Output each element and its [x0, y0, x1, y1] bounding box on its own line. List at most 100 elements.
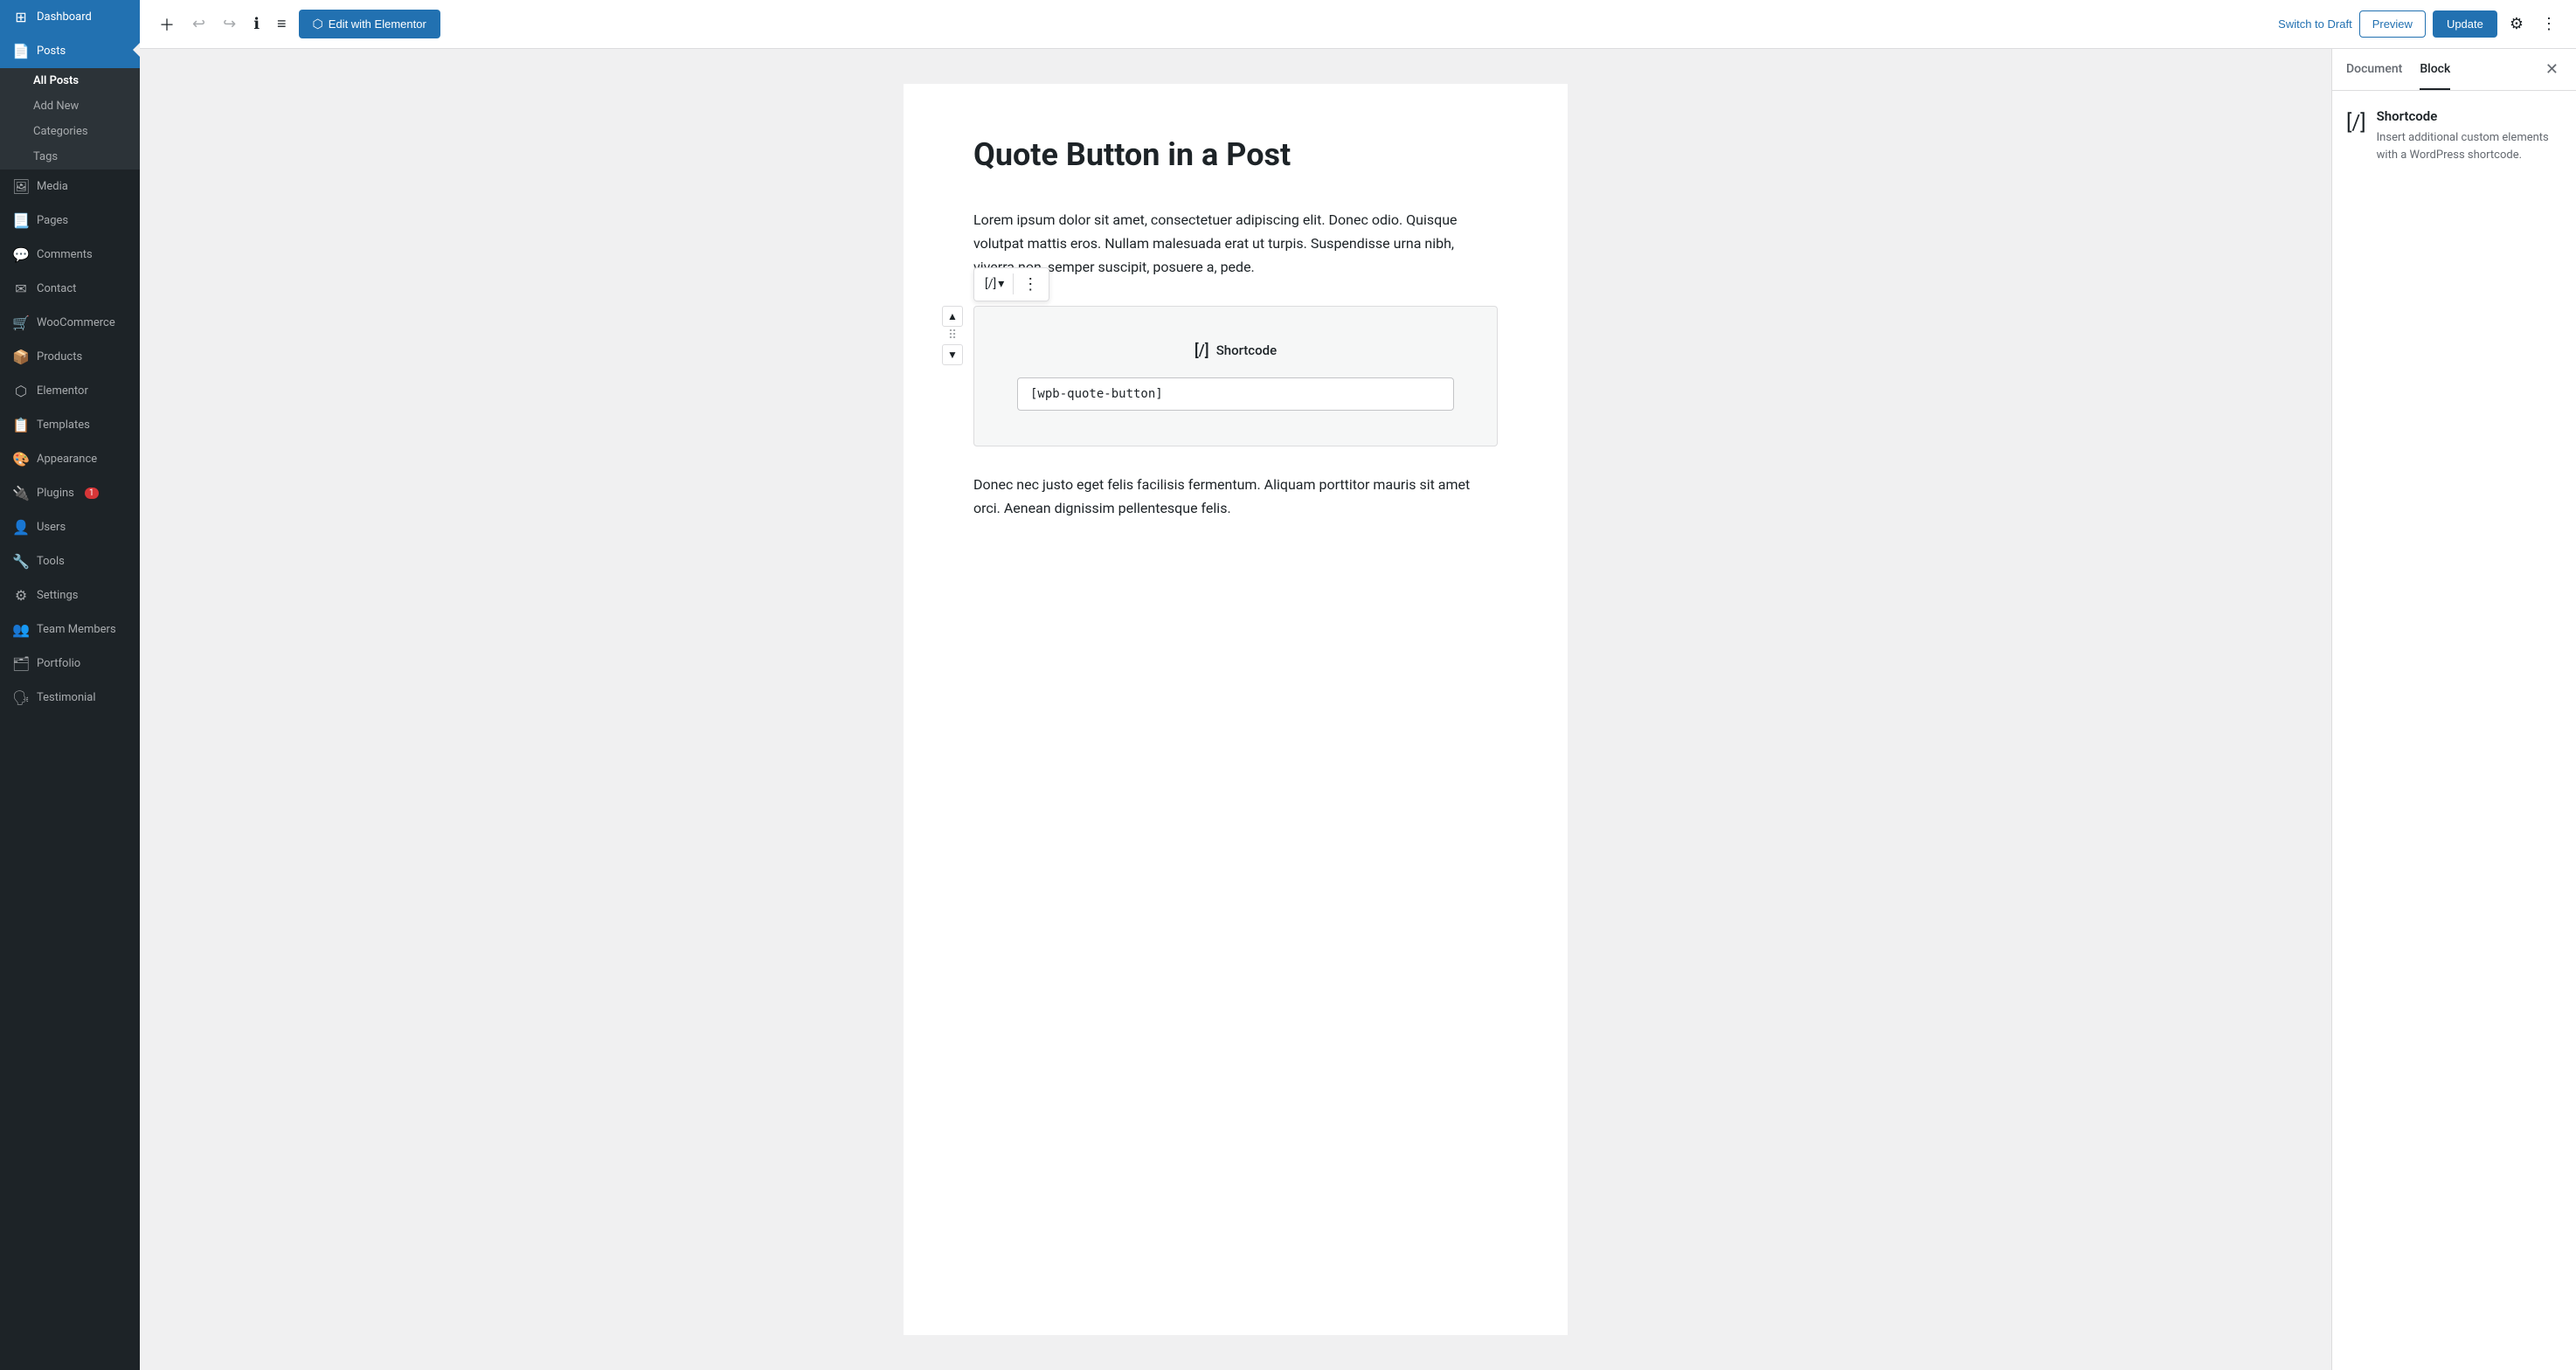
more-options-button[interactable]: ⋮: [2536, 10, 2562, 38]
undo-button[interactable]: ↩: [187, 10, 211, 38]
more-icon: ⋮: [2541, 15, 2557, 32]
sidebar-item-label: Contact: [37, 282, 76, 295]
sidebar-item-posts[interactable]: 📄 Posts: [0, 34, 140, 68]
sidebar-item-plugins[interactable]: 🔌 Plugins 1: [0, 476, 140, 510]
preview-button[interactable]: Preview: [2359, 10, 2426, 38]
panel-content: [/] Shortcode Insert additional custom e…: [2332, 91, 2576, 1370]
sidebar-item-comments[interactable]: 💬 Comments: [0, 238, 140, 272]
sidebar-item-label: Products: [37, 350, 82, 363]
templates-icon: 📋: [12, 417, 30, 433]
switch-to-draft-button[interactable]: Switch to Draft: [2278, 17, 2352, 31]
sidebar-item-testimonial[interactable]: 🗣 Testimonial: [0, 681, 140, 715]
sidebar-item-settings[interactable]: ⚙ Settings: [0, 578, 140, 612]
panel-close-button[interactable]: ✕: [2542, 57, 2562, 82]
tools-icon: 🔧: [12, 553, 30, 570]
submenu-tags[interactable]: Tags: [0, 144, 140, 170]
sidebar-item-label: Media: [37, 180, 68, 193]
sidebar-item-label: Pages: [37, 214, 68, 227]
info-icon: ℹ: [253, 15, 260, 33]
list-view-button[interactable]: ≡: [272, 10, 292, 38]
posts-submenu: All Posts Add New Categories Tags: [0, 68, 140, 170]
shortcode-block-wrapper: [/] ▾ ⋮ ▲ ⠿ ▼ [/]: [973, 306, 1498, 446]
block-more-button[interactable]: ⋮: [1017, 272, 1043, 297]
sidebar-item-label: Portfolio: [37, 657, 80, 670]
sidebar-item-contact[interactable]: ✉ Contact: [0, 272, 140, 306]
elementor-icon: ⬡: [12, 383, 30, 399]
drag-handle[interactable]: ⠿: [948, 329, 957, 342]
editor-inner: Quote Button in a Post Lorem ipsum dolor…: [904, 84, 1568, 1335]
block-chevron: ▾: [998, 277, 1004, 291]
sidebar-item-media[interactable]: 🖼 Media: [0, 170, 140, 204]
panel-header: Document Block ✕: [2332, 49, 2576, 91]
sidebar-item-label: Team Members: [37, 623, 116, 636]
paragraph-1[interactable]: Lorem ipsum dolor sit amet, consectetuer…: [973, 208, 1498, 280]
post-title[interactable]: Quote Button in a Post: [973, 136, 1498, 173]
pages-icon: 📃: [12, 212, 30, 229]
team-members-icon: 👥: [12, 621, 30, 638]
sidebar-item-tools[interactable]: 🔧 Tools: [0, 544, 140, 578]
submenu-categories[interactable]: Categories: [0, 119, 140, 144]
plugins-badge: 1: [85, 488, 99, 499]
block-move-controls: ▲ ⠿ ▼: [942, 306, 963, 365]
right-panel: Document Block ✕ [/] Shortcode Insert ad…: [2331, 49, 2576, 1370]
settings-icon: ⚙: [12, 587, 30, 604]
tab-document[interactable]: Document: [2346, 50, 2402, 90]
elementor-btn-label: Edit with Elementor: [329, 17, 426, 31]
block-info: [/] Shortcode Insert additional custom e…: [2346, 108, 2562, 163]
tab-block[interactable]: Block: [2420, 50, 2450, 90]
testimonial-icon: 🗣: [12, 689, 30, 706]
shortcode-bracket-icon: [/]: [985, 277, 996, 291]
sidebar: ⊞ Dashboard 📄 Posts All Posts Add New Ca…: [0, 0, 140, 1370]
posts-arrow: [133, 43, 140, 57]
sidebar-item-woocommerce[interactable]: 🛒 WooCommerce: [0, 306, 140, 340]
move-down-button[interactable]: ▼: [942, 344, 963, 365]
list-icon: ≡: [277, 15, 287, 33]
shortcode-icon: [/]: [1195, 342, 1209, 360]
appearance-icon: 🎨: [12, 451, 30, 467]
sidebar-item-pages[interactable]: 📃 Pages: [0, 204, 140, 238]
shortcode-label: [/] Shortcode: [1195, 342, 1277, 360]
shortcode-block: [/] Shortcode: [973, 306, 1498, 446]
submenu-add-new[interactable]: Add New: [0, 93, 140, 119]
toolbar: ＋ ↩ ↪ ℹ ≡ ⬡ Edit with Elementor Switch t…: [140, 0, 2576, 49]
portfolio-icon: 🗂: [12, 655, 30, 672]
sidebar-item-templates[interactable]: 📋 Templates: [0, 408, 140, 442]
redo-button[interactable]: ↪: [218, 10, 241, 38]
sidebar-item-users[interactable]: 👤 Users: [0, 510, 140, 544]
sidebar-item-label: Templates: [37, 419, 90, 432]
add-block-button[interactable]: ＋: [154, 8, 180, 41]
woocommerce-icon: 🛒: [12, 315, 30, 331]
edit-with-elementor-button[interactable]: ⬡ Edit with Elementor: [299, 10, 440, 38]
sidebar-item-label: Plugins: [37, 487, 74, 500]
sidebar-item-label: Posts: [37, 45, 66, 58]
info-button[interactable]: ℹ: [248, 10, 265, 38]
paragraph-2[interactable]: Donec nec justo eget felis facilisis fer…: [973, 473, 1498, 520]
sidebar-item-label: Testimonial: [37, 691, 96, 704]
sidebar-item-label: Elementor: [37, 384, 88, 398]
elementor-btn-icon: ⬡: [313, 17, 323, 31]
sidebar-item-appearance[interactable]: 🎨 Appearance: [0, 442, 140, 476]
sidebar-item-label: Users: [37, 521, 66, 534]
settings-button[interactable]: ⚙: [2504, 10, 2529, 38]
sidebar-item-products[interactable]: 📦 Products: [0, 340, 140, 374]
block-info-icon: [/]: [2346, 110, 2366, 135]
toolbar-separator: [1013, 273, 1014, 294]
sidebar-item-elementor[interactable]: ⬡ Elementor: [0, 374, 140, 408]
editor-area: Quote Button in a Post Lorem ipsum dolor…: [140, 49, 2576, 1370]
sidebar-item-label: Settings: [37, 589, 78, 602]
plugins-icon: 🔌: [12, 485, 30, 502]
add-icon: ＋: [159, 13, 175, 36]
submenu-all-posts[interactable]: All Posts: [0, 68, 140, 93]
editor-content: Quote Button in a Post Lorem ipsum dolor…: [140, 49, 2331, 1370]
block-type-icon[interactable]: [/] ▾: [980, 273, 1009, 294]
main-wrapper: ＋ ↩ ↪ ℹ ≡ ⬡ Edit with Elementor Switch t…: [140, 0, 2576, 1370]
move-up-button[interactable]: ▲: [942, 306, 963, 327]
sidebar-item-label: Appearance: [37, 453, 97, 466]
sidebar-item-label: Dashboard: [37, 10, 92, 24]
sidebar-item-portfolio[interactable]: 🗂 Portfolio: [0, 647, 140, 681]
update-button[interactable]: Update: [2433, 10, 2497, 38]
sidebar-item-team-members[interactable]: 👥 Team Members: [0, 612, 140, 647]
shortcode-input[interactable]: [1017, 377, 1454, 411]
shortcode-title: Shortcode: [1216, 342, 1277, 358]
sidebar-item-dashboard[interactable]: ⊞ Dashboard: [0, 0, 140, 34]
